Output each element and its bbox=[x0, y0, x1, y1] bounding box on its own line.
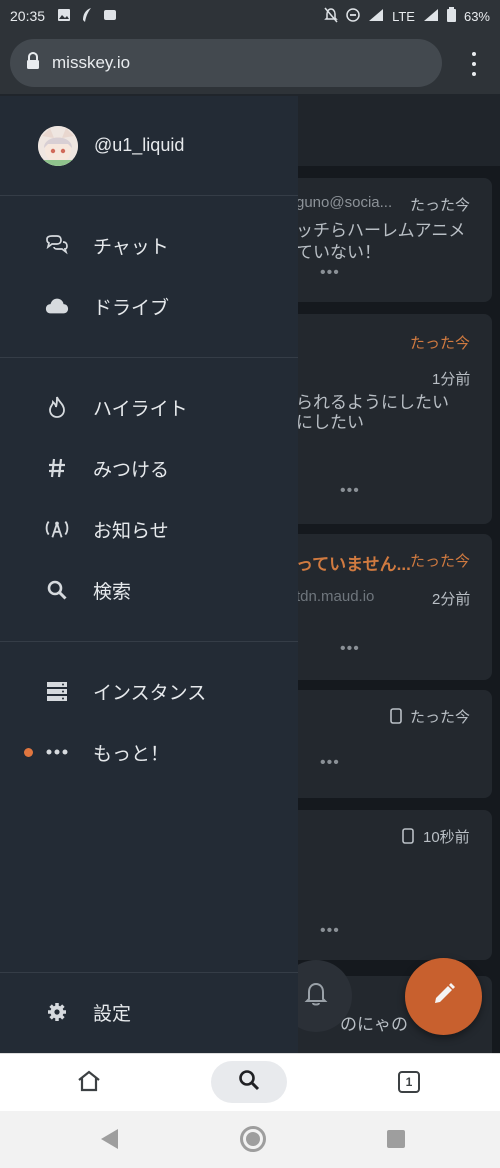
broadcast-icon bbox=[45, 517, 69, 541]
drawer-item-settings[interactable]: 設定 bbox=[0, 988, 298, 1036]
tab-switcher-button[interactable]: 1 bbox=[398, 1071, 420, 1093]
drawer-item-label: 検索 bbox=[93, 581, 132, 603]
search-icon bbox=[238, 1069, 260, 1096]
drawer-section: ハイライト みつける お知らせ 検索 bbox=[0, 358, 298, 642]
drawer-item-explore[interactable]: みつける bbox=[0, 444, 298, 492]
chat-icon bbox=[45, 233, 69, 257]
drawer-item-more[interactable]: もっと！ bbox=[0, 728, 298, 776]
note-time: 10秒前 bbox=[423, 829, 470, 846]
bell-icon bbox=[304, 981, 328, 1012]
signal-icon bbox=[368, 8, 384, 25]
note-handle: guno@socia... bbox=[296, 194, 393, 211]
home-circle-icon[interactable] bbox=[240, 1126, 266, 1152]
note-text: のにゃの bbox=[340, 1015, 408, 1034]
tab-count: 1 bbox=[405, 1075, 413, 1089]
avatar[interactable] bbox=[38, 125, 78, 166]
drawer-item-instance[interactable]: インスタンス bbox=[0, 667, 298, 715]
dnd-icon bbox=[346, 7, 360, 25]
note-time: たった今 bbox=[410, 335, 471, 352]
note-text: にしたい bbox=[296, 413, 364, 432]
drawer-item-search[interactable]: 検索 bbox=[0, 566, 298, 614]
app-icon bbox=[103, 8, 117, 25]
mute-icon bbox=[324, 7, 338, 26]
cloud-icon bbox=[45, 294, 69, 318]
note-host: tdn.maud.io bbox=[296, 588, 375, 605]
drawer-item-label: ハイライト bbox=[93, 398, 188, 420]
more-dots-icon[interactable]: ••• bbox=[340, 640, 360, 658]
system-nav-bar bbox=[0, 1111, 500, 1168]
server-icon bbox=[45, 679, 69, 703]
drawer-section: インスタンス もっと！ bbox=[0, 642, 298, 973]
url-text: misskey.io bbox=[52, 53, 131, 72]
more-dots-icon[interactable]: ••• bbox=[320, 922, 340, 940]
network-type: LTE bbox=[392, 8, 415, 24]
hashtag-icon bbox=[45, 456, 69, 480]
signal-icon bbox=[423, 8, 439, 25]
battery-icon bbox=[446, 7, 456, 25]
drawer-section: チャット ドライブ bbox=[0, 196, 298, 358]
unread-indicator bbox=[24, 747, 33, 757]
note-title: っていません... bbox=[296, 555, 411, 574]
image-icon bbox=[57, 8, 71, 25]
note-time: 2分前 bbox=[432, 591, 471, 608]
status-time: 20:35 bbox=[10, 8, 46, 24]
lock-icon bbox=[26, 51, 52, 75]
status-bar: 20:35 LTE 63% bbox=[0, 0, 500, 32]
drawer-item-label: チャット bbox=[93, 236, 169, 258]
more-icon bbox=[45, 740, 69, 764]
back-icon[interactable] bbox=[101, 1129, 118, 1149]
more-dots-icon[interactable]: ••• bbox=[320, 264, 340, 282]
more-dots-icon[interactable]: ••• bbox=[340, 482, 360, 500]
search-icon bbox=[45, 578, 69, 602]
browser-toolbar: misskey.io bbox=[0, 32, 500, 94]
drawer-item-label: インスタンス bbox=[93, 682, 207, 704]
drawer-item-announcements[interactable]: お知らせ bbox=[0, 505, 298, 553]
url-bar[interactable]: misskey.io bbox=[10, 39, 442, 87]
drawer-username: @u1_liquid bbox=[94, 135, 185, 155]
drawer-item-drive[interactable]: ドライブ bbox=[0, 282, 298, 330]
pencil-icon bbox=[431, 981, 457, 1012]
feather-icon bbox=[81, 7, 93, 26]
search-button[interactable] bbox=[211, 1061, 287, 1103]
gear-icon bbox=[45, 1000, 69, 1024]
fire-icon bbox=[45, 395, 69, 419]
drawer-item-highlight[interactable]: ハイライト bbox=[0, 383, 298, 431]
phone-icon bbox=[402, 828, 414, 848]
compose-button[interactable] bbox=[405, 958, 482, 1035]
drawer-item-label: みつける bbox=[93, 459, 170, 481]
phone-icon bbox=[390, 708, 402, 728]
drawer-item-label: もっと！ bbox=[93, 743, 170, 765]
status-right: LTE 63% bbox=[324, 7, 490, 26]
drawer-item-label: 設定 bbox=[93, 1003, 132, 1025]
more-dots-icon[interactable]: ••• bbox=[320, 754, 340, 772]
drawer-profile[interactable]: @u1_liquid bbox=[0, 96, 298, 196]
recents-icon[interactable] bbox=[387, 1130, 405, 1148]
note-time: たった今 bbox=[410, 553, 471, 570]
nav-drawer: @u1_liquid チャット ドライブ ハイライト みつける お知らせ 検索 … bbox=[0, 96, 298, 1053]
home-icon[interactable] bbox=[77, 1070, 101, 1097]
note-time: たった今 bbox=[410, 709, 471, 726]
note-time: 1分前 bbox=[432, 371, 471, 388]
drawer-item-label: お知らせ bbox=[93, 520, 169, 542]
browser-menu-button[interactable] bbox=[470, 52, 478, 76]
drawer-item-chat[interactable]: チャット bbox=[0, 221, 298, 269]
note-text: ていない！ bbox=[296, 243, 381, 262]
battery-level: 63% bbox=[463, 8, 490, 24]
drawer-item-label: ドライブ bbox=[93, 297, 170, 319]
browser-bottom-bar: 1 bbox=[0, 1053, 500, 1111]
note-time: たった今 bbox=[410, 197, 471, 214]
